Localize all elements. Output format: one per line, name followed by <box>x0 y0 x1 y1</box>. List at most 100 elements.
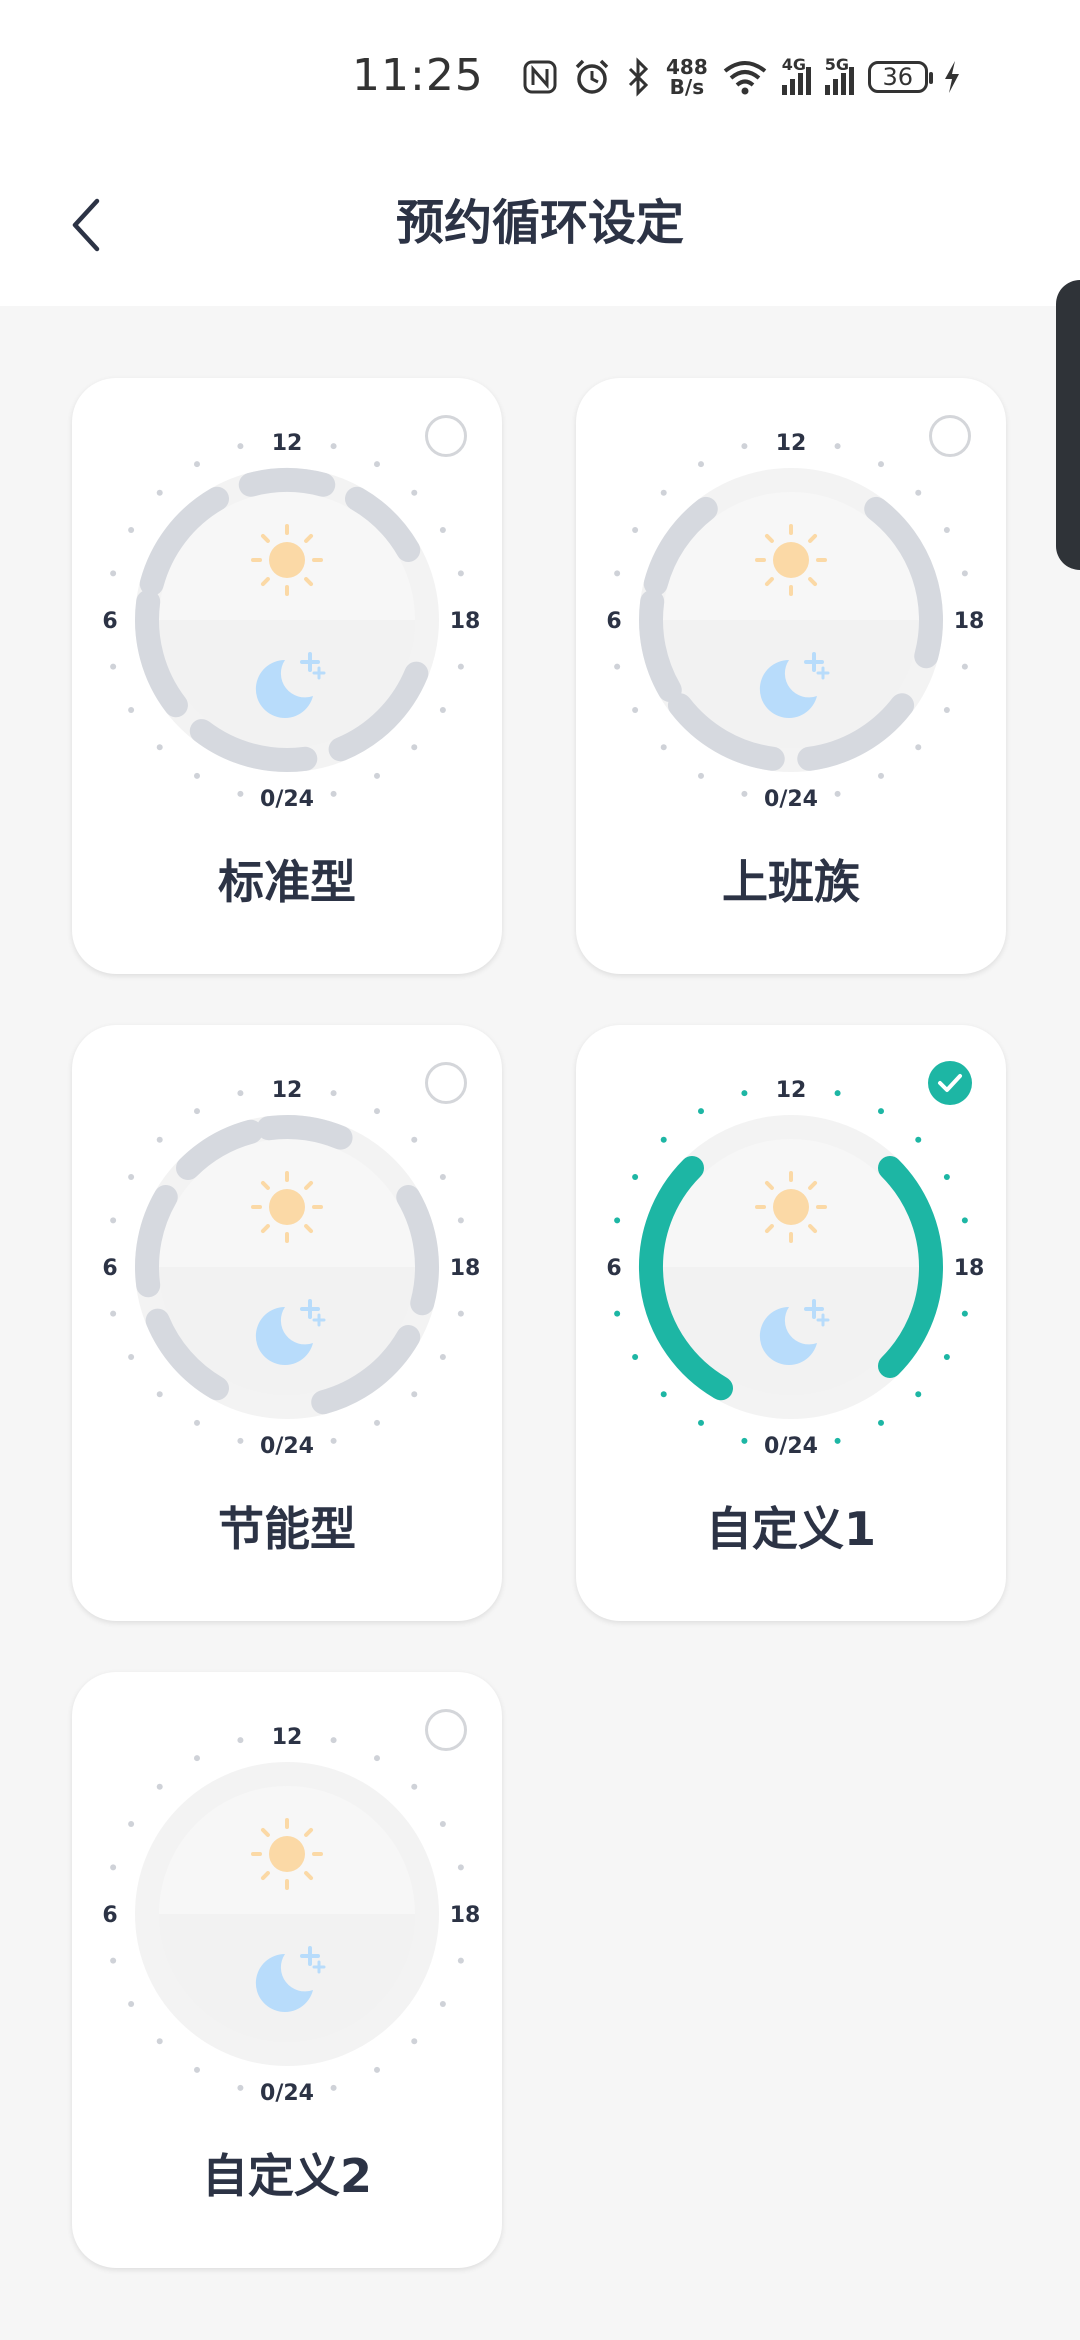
hour-tick <box>915 1136 922 1143</box>
hour-tick <box>110 1957 117 1964</box>
hour-tick <box>237 1090 244 1097</box>
hour-tick <box>614 1310 621 1317</box>
hour-tick <box>915 744 922 751</box>
back-button[interactable] <box>50 190 120 260</box>
hour-tick <box>156 1136 163 1143</box>
hour-tick <box>878 1419 884 1426</box>
hour-tick <box>741 443 748 450</box>
hour-tick <box>237 443 244 450</box>
mode-card-1[interactable]: 12 6 18 0/24 标准型 <box>72 378 502 974</box>
header: 预约循环设定 <box>0 150 1080 306</box>
mode-card-4[interactable]: 12 6 18 0/24 自定义1 <box>576 1025 1006 1621</box>
dial-label-right: 18 <box>450 1903 481 1928</box>
hour-tick <box>237 790 244 797</box>
hour-tick <box>330 443 337 450</box>
hour-tick <box>374 772 380 779</box>
hour-tick <box>741 790 748 797</box>
mode-label: 自定义1 <box>705 1502 876 1556</box>
hour-tick <box>439 1821 446 1827</box>
hour-tick <box>194 1755 200 1762</box>
hour-tick <box>660 744 667 751</box>
hour-tick <box>457 1957 464 1964</box>
hour-tick <box>660 1391 667 1398</box>
radio-circle-icon[interactable] <box>424 1061 468 1105</box>
mode-card-2[interactable]: 12 6 18 0/24 上班族 <box>576 378 1006 974</box>
hour-tick <box>834 1090 841 1097</box>
hour-tick <box>457 1310 464 1317</box>
hour-tick <box>128 1354 135 1360</box>
hour-tick <box>961 1310 968 1317</box>
mode-label: 上班族 <box>722 855 860 909</box>
dial-label-right: 18 <box>450 1256 481 1281</box>
hour-tick <box>128 527 135 533</box>
hour-tick <box>194 1108 200 1115</box>
dial-label-left: 6 <box>606 1256 621 1281</box>
hour-tick <box>698 772 704 779</box>
hour-tick <box>439 707 446 713</box>
signal-4g-icon: 4G <box>781 55 811 95</box>
hour-tick <box>614 570 621 577</box>
hour-tick <box>660 1136 667 1143</box>
hour-tick <box>632 1174 639 1180</box>
side-handle[interactable] <box>1056 280 1080 570</box>
radio-circle-icon[interactable] <box>424 1708 468 1752</box>
check-circle-icon[interactable] <box>928 1061 972 1105</box>
hour-tick <box>411 489 418 496</box>
net-speed: 488 B/s <box>666 57 708 97</box>
hour-tick <box>374 1108 380 1115</box>
hour-tick <box>741 1090 748 1097</box>
hour-tick <box>943 1354 950 1360</box>
hour-tick <box>110 1864 117 1871</box>
hour-tick <box>110 663 117 670</box>
dial-label-bottom: 0/24 <box>260 1434 314 1459</box>
hour-tick <box>439 2001 446 2007</box>
dial-label-right: 18 <box>954 609 985 634</box>
dial-label-left: 6 <box>102 609 117 634</box>
hour-tick <box>194 2066 200 2073</box>
hour-tick <box>943 1174 950 1180</box>
schedule-segment <box>238 468 336 497</box>
net-speed-value: 488 <box>666 55 708 79</box>
dial-label-top: 12 <box>776 1078 807 1103</box>
hour-tick <box>834 790 841 797</box>
dial-label-left: 6 <box>606 609 621 634</box>
radio-circle-icon[interactable] <box>928 414 972 458</box>
hour-tick <box>330 790 337 797</box>
dial-label-right: 18 <box>954 1256 985 1281</box>
hour-tick <box>156 1783 163 1790</box>
hour-tick <box>943 527 950 533</box>
hour-tick <box>834 443 841 450</box>
hour-tick <box>961 1217 968 1224</box>
mode-label: 自定义2 <box>201 2149 372 2203</box>
hour-tick <box>374 1755 380 1762</box>
hour-tick <box>878 772 884 779</box>
page-title: 预约循环设定 <box>395 195 684 251</box>
dial-label-top: 12 <box>776 431 807 456</box>
hour-tick <box>156 489 163 496</box>
hour-tick <box>374 2066 380 2073</box>
hour-tick <box>128 1174 135 1180</box>
dial-label-bottom: 0/24 <box>260 787 314 812</box>
hour-tick <box>237 1437 244 1444</box>
dial-label-top: 12 <box>272 1725 303 1750</box>
mode-card-3[interactable]: 12 6 18 0/24 节能型 <box>72 1025 502 1621</box>
hour-tick <box>878 1108 884 1115</box>
radio-circle-icon[interactable] <box>424 414 468 458</box>
hour-tick <box>457 1864 464 1871</box>
dial-label-bottom: 0/24 <box>260 2081 314 2106</box>
status-bar: 11:25 488 B/s 4G 5G 36 <box>0 0 1080 150</box>
hour-tick <box>237 2084 244 2091</box>
hour-tick <box>439 1354 446 1360</box>
hour-tick <box>961 570 968 577</box>
hour-tick <box>439 527 446 533</box>
mode-label: 节能型 <box>218 1502 356 1556</box>
mode-card-5[interactable]: 12 6 18 0/24 自定义2 <box>72 1672 502 2268</box>
hour-tick <box>128 2001 135 2007</box>
hour-tick <box>614 1217 621 1224</box>
hour-tick <box>943 707 950 713</box>
chevron-left-icon <box>72 198 100 252</box>
hour-tick <box>632 527 639 533</box>
hour-tick <box>110 570 117 577</box>
hour-tick <box>411 2038 418 2045</box>
hour-tick <box>915 489 922 496</box>
